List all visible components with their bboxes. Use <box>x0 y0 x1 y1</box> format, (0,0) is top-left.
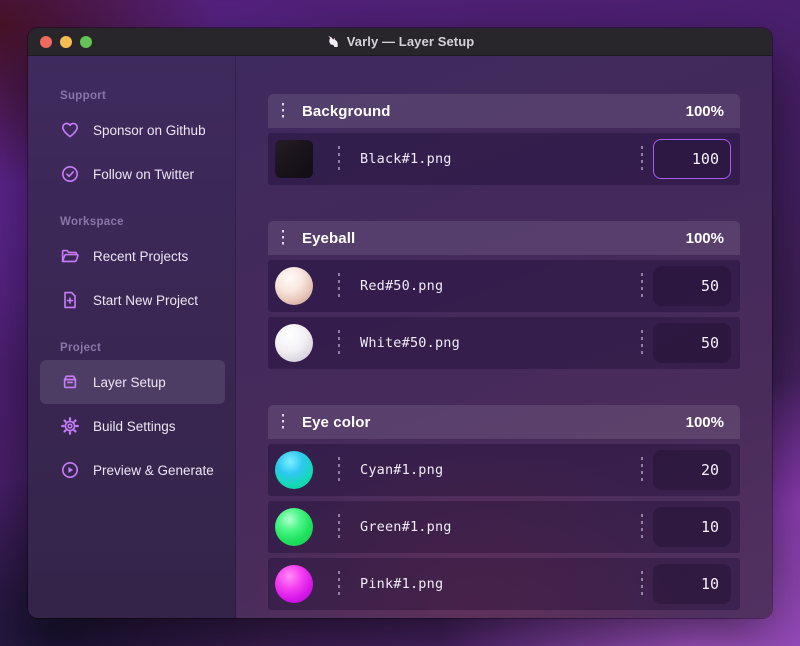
layer-group-eyeball: Eyeball 100% Red#50.png White <box>268 221 740 369</box>
sidebar-item-label: Build Settings <box>93 418 176 434</box>
group-header[interactable]: Eyeball 100% <box>268 221 740 255</box>
desktop-wallpaper: Varly — Layer Setup Support Sponsor on G… <box>0 0 800 646</box>
layer-thumbnail-cyan <box>275 451 313 489</box>
section-label-project: Project <box>60 342 102 354</box>
group-title: Background <box>302 102 391 120</box>
window-title-text: Varly — Layer Setup <box>346 34 475 49</box>
layer-thumbnail-pink <box>275 565 313 603</box>
section-label-workspace: Workspace <box>60 216 124 228</box>
divider-dots-icon <box>641 146 643 172</box>
sidebar-item-build-settings[interactable]: Build Settings <box>40 404 225 448</box>
layer-row: White#50.png <box>268 317 740 369</box>
window-title: Varly — Layer Setup <box>28 33 772 49</box>
layer-row: Black#1.png <box>268 133 740 185</box>
group-weight: 100% <box>685 229 724 247</box>
sidebar-item-follow-twitter[interactable]: Follow on Twitter <box>40 152 225 196</box>
section-label-support: Support <box>60 90 107 102</box>
app-window: Varly — Layer Setup Support Sponsor on G… <box>28 28 772 618</box>
sidebar-item-layer-setup[interactable]: Layer Setup <box>40 360 225 404</box>
sidebar-item-label: Start New Project <box>93 292 199 308</box>
rarity-input[interactable] <box>653 507 731 547</box>
drag-handle-icon[interactable] <box>282 230 284 246</box>
divider-dots-icon <box>641 514 643 540</box>
layer-row: Green#1.png <box>268 501 740 553</box>
layer-filename: White#50.png <box>360 335 460 351</box>
layer-row: Cyan#1.png <box>268 444 740 496</box>
rarity-input[interactable] <box>653 564 731 604</box>
divider-dots-icon <box>338 330 340 356</box>
file-plus-icon <box>60 290 80 310</box>
layer-list[interactable]: Background 100% Black#1.png 100 Eyeball … <box>236 56 772 618</box>
layer-filename: Cyan#1.png <box>360 462 444 478</box>
divider-dots-icon <box>641 457 643 483</box>
sidebar: Support Sponsor on Github Follow on Twit… <box>28 56 236 618</box>
group-weight: 100% <box>685 102 724 120</box>
check-badge-icon <box>60 164 80 184</box>
divider-dots-icon <box>641 273 643 299</box>
drag-handle-icon[interactable] <box>282 414 284 430</box>
folder-icon <box>60 246 80 266</box>
layer-filename: Green#1.png <box>360 519 452 535</box>
layer-row: Red#50.png <box>268 260 740 312</box>
sidebar-item-label: Recent Projects <box>93 248 189 264</box>
gear-icon <box>60 416 80 436</box>
rarity-input[interactable] <box>653 139 731 179</box>
layer-filename: Red#50.png <box>360 278 444 294</box>
group-title: Eyeball <box>302 229 356 247</box>
sidebar-item-label: Preview & Generate <box>93 462 214 478</box>
layer-thumbnail-black <box>275 140 313 178</box>
play-circle-icon <box>60 460 80 480</box>
divider-dots-icon <box>338 457 340 483</box>
rarity-input[interactable] <box>653 323 731 363</box>
sidebar-item-start-new-project[interactable]: Start New Project <box>40 278 225 322</box>
rarity-input[interactable] <box>653 266 731 306</box>
drag-handle-icon[interactable] <box>282 103 284 119</box>
divider-dots-icon <box>338 273 340 299</box>
sidebar-item-label: Follow on Twitter <box>93 166 195 182</box>
titlebar[interactable]: Varly — Layer Setup <box>28 28 772 56</box>
divider-dots-icon <box>641 330 643 356</box>
layer-filename: Black#1.png <box>360 151 452 167</box>
group-header[interactable]: Background 100% <box>268 94 740 128</box>
layer-row: Pink#1.png <box>268 558 740 610</box>
layer-thumbnail-red <box>275 267 313 305</box>
divider-dots-icon <box>641 571 643 597</box>
layer-filename: Pink#1.png <box>360 576 444 592</box>
group-weight: 100% <box>685 413 724 431</box>
layer-thumbnail-green <box>275 508 313 546</box>
archive-box-icon <box>60 372 80 392</box>
group-header[interactable]: Eye color 100% <box>268 405 740 439</box>
layer-group-background: Background 100% Black#1.png <box>268 94 740 185</box>
unicorn-app-icon <box>326 33 341 49</box>
layer-thumbnail-white <box>275 324 313 362</box>
layer-group-eye-color: Eye color 100% Cyan#1.png Gre <box>268 405 740 610</box>
sidebar-item-label: Sponsor on Github <box>93 122 206 138</box>
rarity-input[interactable] <box>653 450 731 490</box>
divider-dots-icon <box>338 571 340 597</box>
divider-dots-icon <box>338 146 340 172</box>
sidebar-item-sponsor-github[interactable]: Sponsor on Github <box>40 108 225 152</box>
group-title: Eye color <box>302 413 371 431</box>
sidebar-item-label: Layer Setup <box>93 374 166 390</box>
sidebar-item-preview-generate[interactable]: Preview & Generate <box>40 448 225 492</box>
heart-icon <box>60 120 80 140</box>
sidebar-item-recent-projects[interactable]: Recent Projects <box>40 234 225 278</box>
divider-dots-icon <box>338 514 340 540</box>
